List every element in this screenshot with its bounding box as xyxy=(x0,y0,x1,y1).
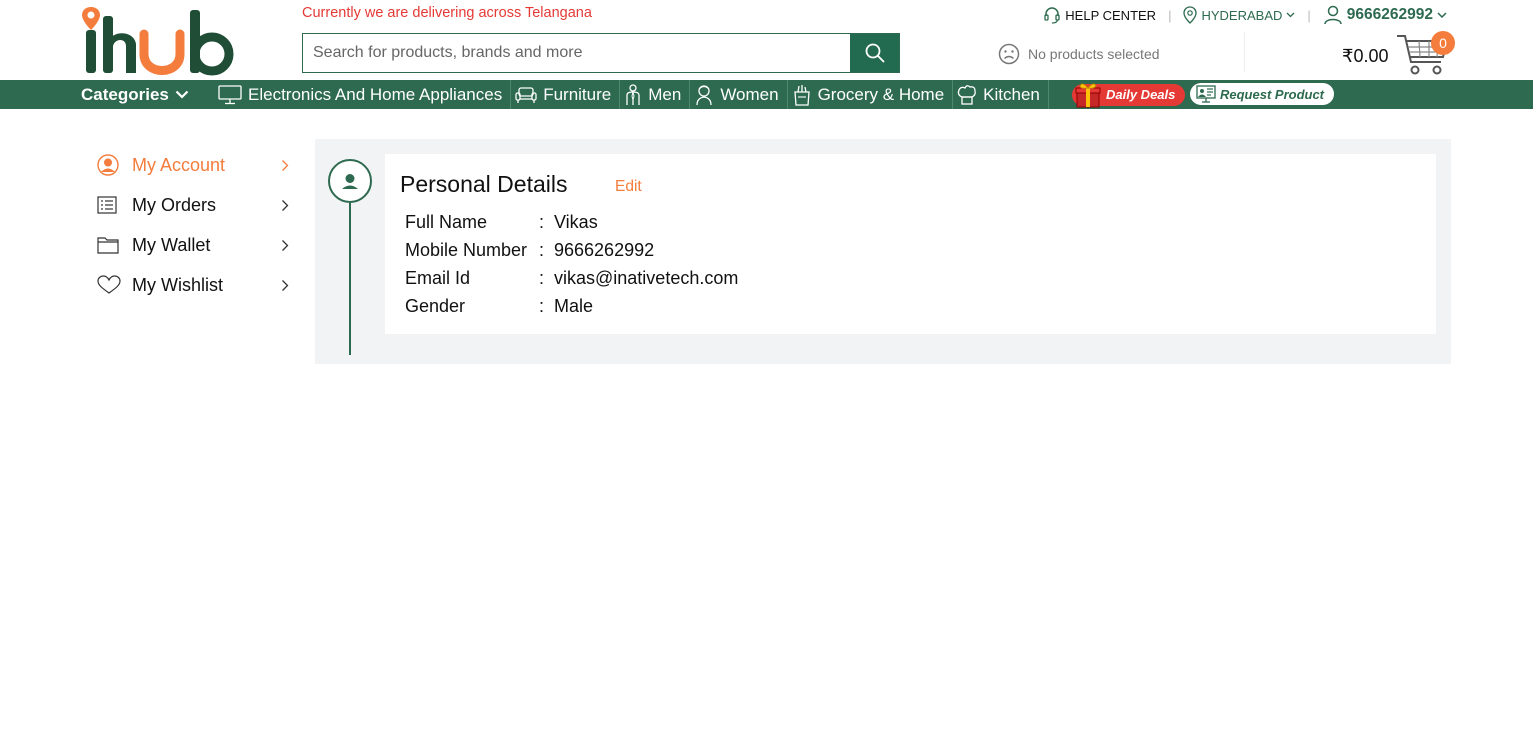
detail-row-mobile: Mobile Number : 9666262992 xyxy=(405,236,738,264)
location-pin-icon xyxy=(1183,6,1198,24)
sidebar-item-my-account[interactable]: My Account xyxy=(97,145,289,185)
chevron-right-icon xyxy=(282,199,289,211)
nav-men[interactable]: Men xyxy=(620,80,691,109)
detail-key: Full Name xyxy=(405,211,488,232)
sidebar-item-label: My Wishlist xyxy=(132,274,223,295)
detail-key: Email Id xyxy=(405,267,471,288)
detail-row-email: Email Id : vikas@inativetech.com xyxy=(405,264,738,292)
search-icon xyxy=(865,43,884,63)
site-header: Currently we are delivering across Telan… xyxy=(0,0,1533,80)
help-center-label: HELP CENTER xyxy=(1065,7,1157,23)
chef-hat-icon xyxy=(957,84,977,105)
sofa-icon xyxy=(515,86,537,103)
chevron-right-icon xyxy=(282,279,289,291)
divider: | xyxy=(1168,7,1172,23)
man-icon xyxy=(626,83,640,105)
personal-details-list: Full Name : Vikas Mobile Number : 966626… xyxy=(405,208,738,320)
profile-icon xyxy=(342,174,358,189)
list-icon xyxy=(97,196,132,214)
nav-label: Kitchen xyxy=(983,84,1040,104)
detail-value: Male xyxy=(554,295,594,316)
user-phone: 9666262992 xyxy=(1346,6,1433,23)
monitor-icon xyxy=(218,84,242,104)
detail-colon: : xyxy=(539,267,545,288)
edit-link[interactable]: Edit xyxy=(615,178,642,196)
personal-details-card: Personal Details Edit Full Name : Vikas … xyxy=(385,154,1436,334)
detail-row-full-name: Full Name : Vikas xyxy=(405,208,738,236)
cart-amount: ₹0.00 xyxy=(1342,45,1389,66)
sidebar-item-label: My Wallet xyxy=(132,234,211,255)
detail-value: vikas@inativetech.com xyxy=(554,267,739,288)
daily-deals-pill: Daily Deals xyxy=(1072,83,1186,107)
sidebar-item-label: My Account xyxy=(132,154,226,175)
sidebar-item-my-wallet[interactable]: My Wallet xyxy=(97,225,289,265)
detail-value: Vikas xyxy=(554,211,598,232)
detail-colon: : xyxy=(539,211,545,232)
detail-colon: : xyxy=(539,295,545,316)
cart-count-badge: 0 xyxy=(1431,31,1455,55)
divider: | xyxy=(1307,7,1311,23)
folder-icon xyxy=(97,236,132,254)
divider xyxy=(1244,32,1245,72)
sidebar-item-my-wishlist[interactable]: My Wishlist xyxy=(97,265,289,305)
woman-icon xyxy=(696,84,712,105)
nav-women[interactable]: Women xyxy=(690,80,788,109)
detail-value: 9666262992 xyxy=(554,239,655,260)
daily-deals-button[interactable]: Daily Deals xyxy=(1072,82,1186,107)
detail-key: Mobile Number xyxy=(405,239,528,260)
user-icon xyxy=(1324,5,1342,25)
nav-label: Women xyxy=(720,84,779,104)
city-selector[interactable]: HYDERABAD xyxy=(1183,6,1295,24)
nav-label: Men xyxy=(648,84,682,104)
detail-key: Gender xyxy=(405,295,466,316)
gift-icon xyxy=(1075,83,1101,107)
sad-face-icon xyxy=(998,43,1020,65)
category-links: Electronics And Home Appliances Furnitur… xyxy=(214,80,1049,109)
daily-deals-label: Daily Deals xyxy=(1106,87,1176,102)
search-input[interactable] xyxy=(303,34,850,72)
user-account-menu[interactable]: 9666262992 xyxy=(1323,5,1447,25)
nav-label: Furniture xyxy=(543,84,612,104)
request-product-label: Request Product xyxy=(1220,86,1325,102)
personal-details-title: Personal Details xyxy=(400,171,568,197)
chevron-right-icon xyxy=(282,239,289,251)
nav-label: Grocery & Home xyxy=(817,84,945,104)
top-utility-bar: HELP CENTER | HYDERABAD | 9666262992 xyxy=(1043,5,1447,25)
request-product-icon xyxy=(1196,85,1216,103)
nav-label: Electronics And Home Appliances xyxy=(248,84,503,104)
compare-status: No products selected xyxy=(998,43,1160,65)
timeline-line xyxy=(349,203,351,355)
categories-label: Categories xyxy=(81,84,169,104)
nav-grocery[interactable]: Grocery & Home xyxy=(788,80,954,109)
nav-kitchen[interactable]: Kitchen xyxy=(953,80,1049,109)
request-product-button[interactable]: Request Product xyxy=(1190,83,1335,105)
headset-icon xyxy=(1044,7,1060,24)
no-products-text: No products selected xyxy=(1028,46,1160,62)
chevron-right-icon xyxy=(282,159,289,171)
account-sidebar: My Account My Orders My Wallet My Wishli… xyxy=(97,145,289,305)
detail-row-gender: Gender : Male xyxy=(405,292,738,320)
profile-timeline-marker xyxy=(328,159,372,203)
user-circle-icon xyxy=(97,154,132,176)
city-label: HYDERABAD xyxy=(1201,7,1283,23)
nav-furniture[interactable]: Furniture xyxy=(511,80,621,109)
sidebar-item-my-orders[interactable]: My Orders xyxy=(97,185,289,225)
heart-icon xyxy=(97,275,132,295)
help-center-link[interactable]: HELP CENTER xyxy=(1043,6,1156,24)
chevron-down-icon xyxy=(175,90,189,99)
nav-electronics[interactable]: Electronics And Home Appliances xyxy=(214,80,512,109)
search-button[interactable] xyxy=(850,34,899,72)
categories-menu[interactable]: Categories xyxy=(81,80,189,109)
chevron-down-icon xyxy=(1286,12,1295,18)
search-bar xyxy=(302,33,900,73)
chevron-down-icon xyxy=(1437,12,1447,18)
ihub-logo[interactable] xyxy=(82,6,234,76)
grocery-bag-icon xyxy=(793,84,810,106)
sidebar-item-label: My Orders xyxy=(132,194,217,215)
detail-colon: : xyxy=(539,239,545,260)
delivery-notice: Currently we are delivering across Telan… xyxy=(302,5,592,21)
